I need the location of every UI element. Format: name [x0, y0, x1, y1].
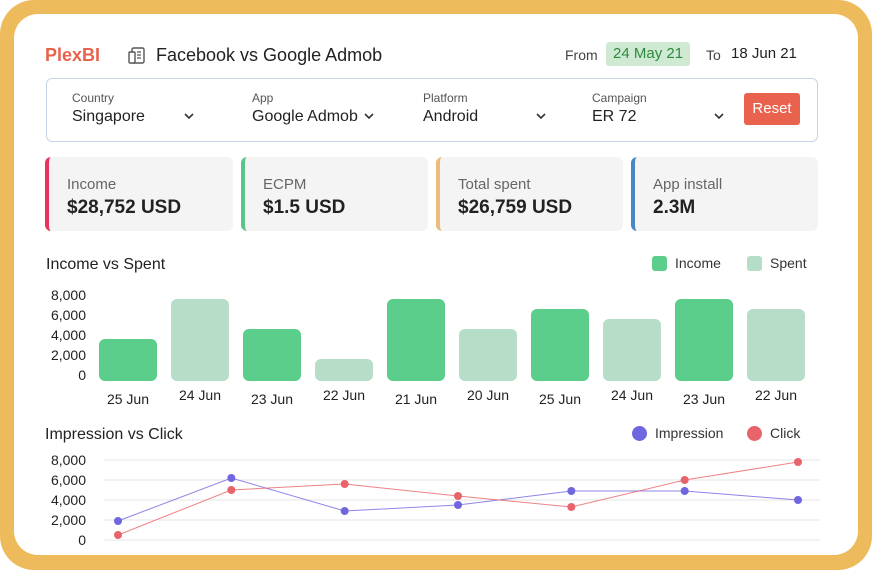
legend-spent-swatch	[747, 255, 762, 271]
click-point	[227, 486, 236, 494]
campaign-filter-label: Campaign	[592, 91, 647, 105]
legend-impression[interactable]: Impression	[632, 425, 723, 441]
y-tick-label: 6,000	[51, 307, 86, 323]
impression-point	[680, 487, 689, 495]
y-tick-label: 2,000	[51, 347, 86, 363]
app-filter[interactable]: App Google Admob	[252, 91, 358, 126]
click-point	[794, 458, 802, 466]
date-to-picker[interactable]: 18 Jun 21	[731, 45, 797, 62]
page-title: Facebook vs Google Admob	[156, 45, 383, 65]
legend-income[interactable]: Income	[652, 255, 721, 271]
kpi-card-income: Income $28,752 USD	[45, 157, 233, 231]
x-tick-label: 22 Jun	[323, 387, 365, 403]
campaign-filter-value: ER 72	[592, 108, 637, 125]
y-tick-label: 0	[78, 367, 86, 383]
y-tick-label: 4,000	[51, 492, 86, 508]
legend-impression-label: Impression	[655, 425, 724, 441]
bar	[603, 319, 661, 381]
legend-income-label: Income	[675, 255, 721, 271]
kpi-label: ECPM	[263, 176, 307, 193]
income-vs-spent-chart: 8,000 6,000 4,000 2,000 0 25 Jun 24 Jun 23 Jun 2…	[51, 287, 805, 407]
document-icon	[128, 47, 145, 64]
y-tick-label: 8,000	[51, 454, 86, 468]
platform-filter-value: Android	[423, 108, 479, 125]
y-tick-label: 0	[78, 532, 86, 548]
x-tick-label: 25 Jun	[107, 391, 149, 407]
legend-click-label: Click	[770, 425, 801, 441]
platform-filter[interactable]: Platform Android	[423, 91, 478, 126]
click-point	[680, 476, 689, 484]
impression-point	[567, 487, 576, 495]
chevron-down-icon[interactable]	[714, 111, 724, 121]
legend-income-swatch	[652, 255, 667, 271]
chevron-down-icon[interactable]	[184, 111, 194, 121]
bar	[171, 299, 229, 381]
impression-point	[340, 507, 349, 515]
kpi-label: Income	[67, 176, 117, 193]
kpi-value: $28,752 USD	[67, 197, 182, 218]
campaign-filter[interactable]: Campaign ER 72	[592, 91, 647, 126]
impression-point	[227, 474, 236, 482]
bar	[459, 329, 517, 381]
kpi-card-total-spent: Total spent $26,759 USD	[436, 157, 623, 231]
dashboard-card: PlexBI Facebook vs Google Admob From 24 …	[14, 14, 858, 555]
app-filter-value: Google Admob	[252, 108, 358, 125]
x-tick-label: 24 Jun	[179, 387, 221, 403]
bar	[675, 299, 733, 381]
click-point	[567, 503, 576, 511]
y-tick-label: 4,000	[51, 327, 86, 343]
bar	[747, 309, 805, 381]
y-tick-label: 8,000	[51, 287, 86, 303]
reset-button[interactable]: Reset	[744, 93, 800, 125]
kpi-card-app-install: App install 2.3M	[631, 157, 818, 231]
x-tick-label: 24 Jun	[611, 387, 653, 403]
kpi-label: App install	[653, 176, 723, 193]
brand-logo[interactable]: PlexBI	[45, 45, 100, 66]
country-filter-label: Country	[72, 91, 115, 105]
impression-point	[114, 517, 122, 525]
x-tick-label: 20 Jun	[467, 387, 509, 403]
click-point	[454, 492, 462, 500]
kpi-value: 2.3M	[653, 197, 696, 218]
kpi-value: $1.5 USD	[263, 197, 346, 218]
legend-spent-label: Spent	[770, 255, 807, 271]
y-tick-label: 6,000	[51, 472, 86, 488]
bar	[531, 309, 589, 381]
bar	[99, 339, 157, 381]
x-tick-label: 25 Jun	[539, 391, 581, 407]
x-tick-label: 21 Jun	[395, 391, 437, 407]
app-filter-label: App	[252, 91, 274, 105]
impression-vs-click-chart: 8,000 6,000 4,000 2,000 0	[51, 454, 820, 548]
legend-spent[interactable]: Spent	[747, 255, 807, 271]
x-tick-label: 23 Jun	[251, 391, 293, 407]
bar	[243, 329, 301, 381]
legend-impression-dot	[632, 425, 647, 441]
country-filter[interactable]: Country Singapore	[72, 91, 145, 126]
x-tick-label: 22 Jun	[755, 387, 797, 403]
kpi-label: Total spent	[458, 176, 531, 193]
date-from-picker[interactable]: 24 May 21	[606, 42, 691, 66]
platform-filter-label: Platform	[423, 91, 468, 105]
filter-bar: Country Singapore App Google Admob Platf…	[46, 78, 818, 142]
date-from-label: From	[565, 47, 598, 63]
kpi-card-ecpm: ECPM $1.5 USD	[241, 157, 428, 231]
income-chart-title: Income vs Spent	[46, 256, 166, 273]
bar	[315, 359, 373, 381]
x-tick-label: 23 Jun	[683, 391, 725, 407]
impression-chart-title: Impression vs Click	[45, 426, 183, 443]
legend-click-dot	[747, 425, 762, 441]
kpi-value: $26,759 USD	[458, 197, 573, 218]
legend-click[interactable]: Click	[747, 425, 800, 441]
click-point	[114, 531, 122, 539]
impression-point	[454, 501, 462, 509]
y-tick-label: 2,000	[51, 512, 86, 528]
date-to-label: To	[706, 47, 721, 63]
impression-point	[794, 496, 802, 504]
bar	[387, 299, 445, 381]
chevron-down-icon[interactable]	[364, 111, 374, 121]
chevron-down-icon[interactable]	[536, 111, 546, 121]
click-point	[340, 480, 349, 488]
country-filter-value: Singapore	[72, 108, 145, 125]
